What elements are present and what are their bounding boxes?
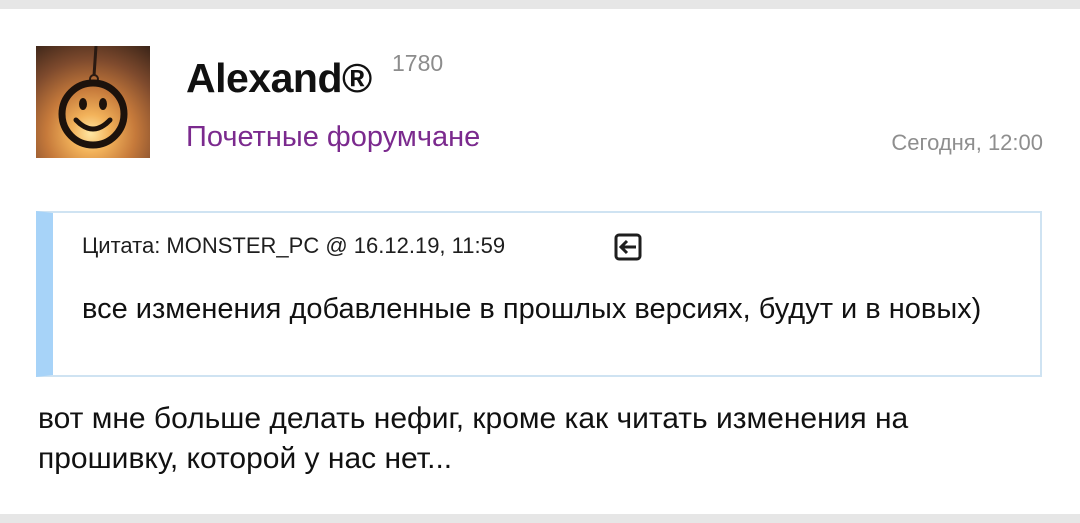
bottom-divider bbox=[0, 514, 1080, 523]
quote-block: Цитата: MONSTER_PC @ 16.12.19, 11:59 все… bbox=[36, 211, 1042, 377]
jump-to-quote-icon[interactable] bbox=[613, 232, 643, 262]
quote-text: все изменения добавленные в прошлых верс… bbox=[82, 293, 982, 325]
author-name[interactable]: Alexand® bbox=[186, 55, 372, 102]
reputation-count: 1780 bbox=[392, 50, 444, 76]
avatar[interactable] bbox=[36, 46, 150, 158]
smiley-pendant-icon bbox=[58, 46, 128, 149]
top-divider bbox=[0, 0, 1080, 9]
post-text: вот мне больше делать нефиг, кроме как ч… bbox=[38, 402, 909, 475]
quote-header: Цитата: MONSTER_PC @ 16.12.19, 11:59 bbox=[82, 233, 506, 258]
post-timestamp: Сегодня, 12:00 bbox=[891, 130, 1043, 155]
user-group: Почетные форумчане bbox=[186, 121, 481, 153]
